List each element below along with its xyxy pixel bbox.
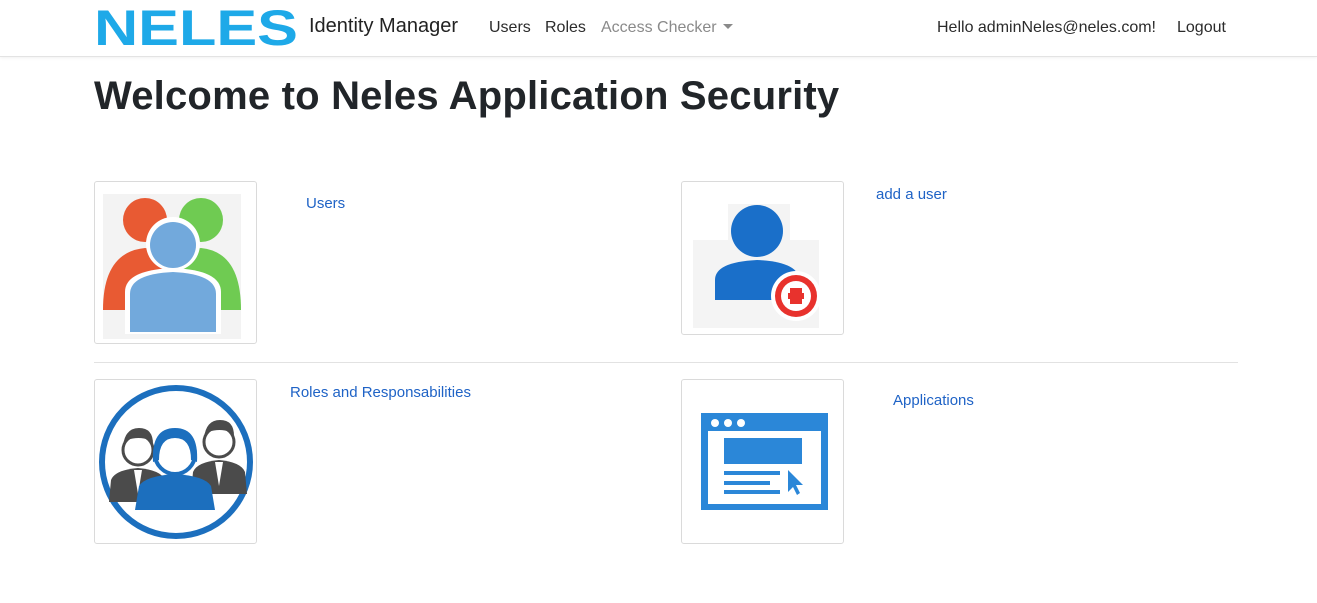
chevron-down-icon bbox=[722, 24, 733, 29]
user-greeting: Hello adminNeles@neles.com! bbox=[937, 19, 1156, 36]
nav-users[interactable]: Users bbox=[489, 19, 531, 37]
add-user-thumbnail[interactable] bbox=[681, 181, 844, 335]
logout-link[interactable]: Logout bbox=[1177, 19, 1226, 37]
add-user-icon bbox=[693, 204, 821, 328]
application-window-icon bbox=[701, 413, 828, 510]
section-divider bbox=[94, 362, 1238, 363]
users-group-icon bbox=[103, 194, 241, 339]
add-user-link[interactable]: add a user bbox=[876, 186, 947, 203]
nav-access-checker-dropdown[interactable]: Access Checker bbox=[601, 19, 733, 37]
roles-people-icon bbox=[99, 385, 253, 539]
applications-thumbnail[interactable] bbox=[681, 379, 844, 544]
users-thumbnail[interactable] bbox=[94, 181, 257, 344]
page-title: Welcome to Neles Application Security bbox=[94, 74, 840, 118]
roles-link[interactable]: Roles and Responsabilities bbox=[290, 384, 471, 401]
brand-title[interactable]: Identity Manager bbox=[309, 15, 458, 38]
roles-thumbnail[interactable] bbox=[94, 379, 257, 544]
neles-logo[interactable]: NELES bbox=[94, 3, 300, 49]
nav-roles[interactable]: Roles bbox=[545, 19, 586, 37]
applications-link[interactable]: Applications bbox=[893, 392, 974, 409]
nav-access-checker-label: Access Checker bbox=[601, 19, 717, 36]
top-navbar: NELES Identity Manager Users Roles Acces… bbox=[0, 0, 1317, 57]
users-link[interactable]: Users bbox=[306, 195, 345, 212]
neles-logo-text: NELES bbox=[94, 3, 298, 49]
